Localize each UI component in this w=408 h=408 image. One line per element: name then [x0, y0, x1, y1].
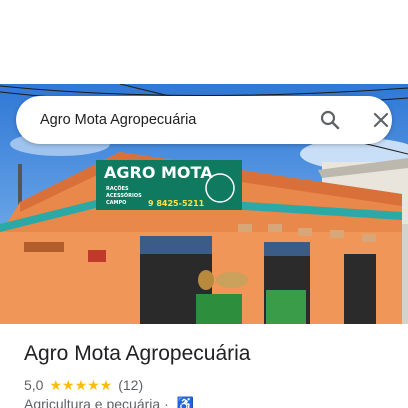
- search-icon[interactable]: [318, 108, 342, 132]
- search-bar[interactable]: Agro Mota Agropecuária: [16, 96, 392, 144]
- rating-stars: ★★★★★: [49, 376, 113, 393]
- place-category: Agricultura e pecuária ·: [24, 396, 169, 408]
- sign-title-text: AGRO MOTA: [104, 163, 213, 182]
- map-top-blank-area: [0, 0, 408, 84]
- category-row: Agricultura e pecuária · ♿: [24, 396, 194, 408]
- sign-phone-text: 9 8425-5211: [148, 199, 205, 208]
- rating-value: 5,0: [24, 377, 44, 393]
- search-query-text[interactable]: Agro Mota Agropecuária: [40, 96, 196, 144]
- sign-item-2: ACESSÓRIOS: [106, 192, 142, 199]
- sign-item-3: CAMPO: [106, 200, 126, 206]
- sign-item-1: RAÇÕES: [106, 185, 129, 192]
- place-title: Agro Mota Agropecuária: [24, 342, 251, 365]
- close-icon[interactable]: [369, 108, 393, 132]
- wheelchair-accessible-icon: ♿: [176, 396, 195, 408]
- review-count[interactable]: (12): [118, 377, 143, 393]
- rating-row[interactable]: 5,0 ★★★★★ (12): [24, 376, 143, 394]
- place-info-panel: Agro Mota Agropecuária 5,0 ★★★★★ (12) Ag…: [0, 324, 408, 408]
